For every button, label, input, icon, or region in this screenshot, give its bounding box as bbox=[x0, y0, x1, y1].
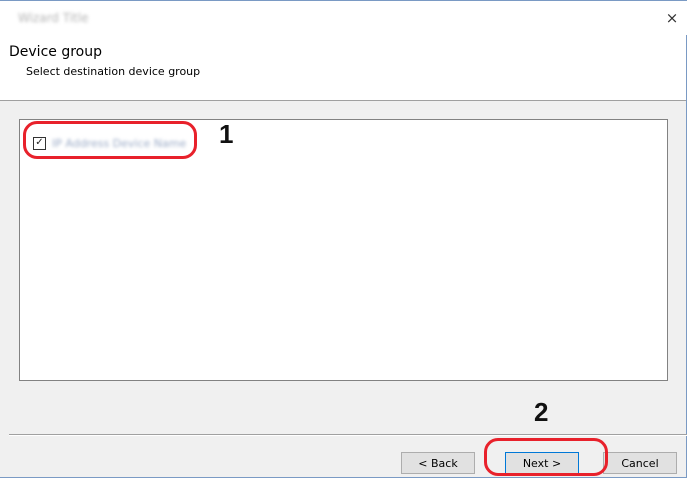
page-subtitle: Select destination device group bbox=[26, 65, 201, 78]
wizard-header: Device group Select destination device g… bbox=[0, 35, 686, 101]
title-bar: Wizard Title × bbox=[0, 1, 687, 35]
back-button[interactable]: < Back bbox=[401, 452, 475, 474]
page-title: Device group bbox=[9, 44, 102, 60]
footer-divider bbox=[9, 434, 687, 436]
cancel-button[interactable]: Cancel bbox=[603, 452, 677, 474]
wizard-window: Wizard Title × Device group Select desti… bbox=[0, 0, 687, 478]
callout-number-2: 2 bbox=[534, 397, 549, 427]
callout-ring-2 bbox=[484, 438, 608, 476]
callout-ring-1 bbox=[23, 121, 197, 159]
close-icon[interactable]: × bbox=[657, 1, 687, 35]
callout-number-1: 1 bbox=[219, 119, 234, 149]
window-title: Wizard Title bbox=[18, 11, 89, 25]
